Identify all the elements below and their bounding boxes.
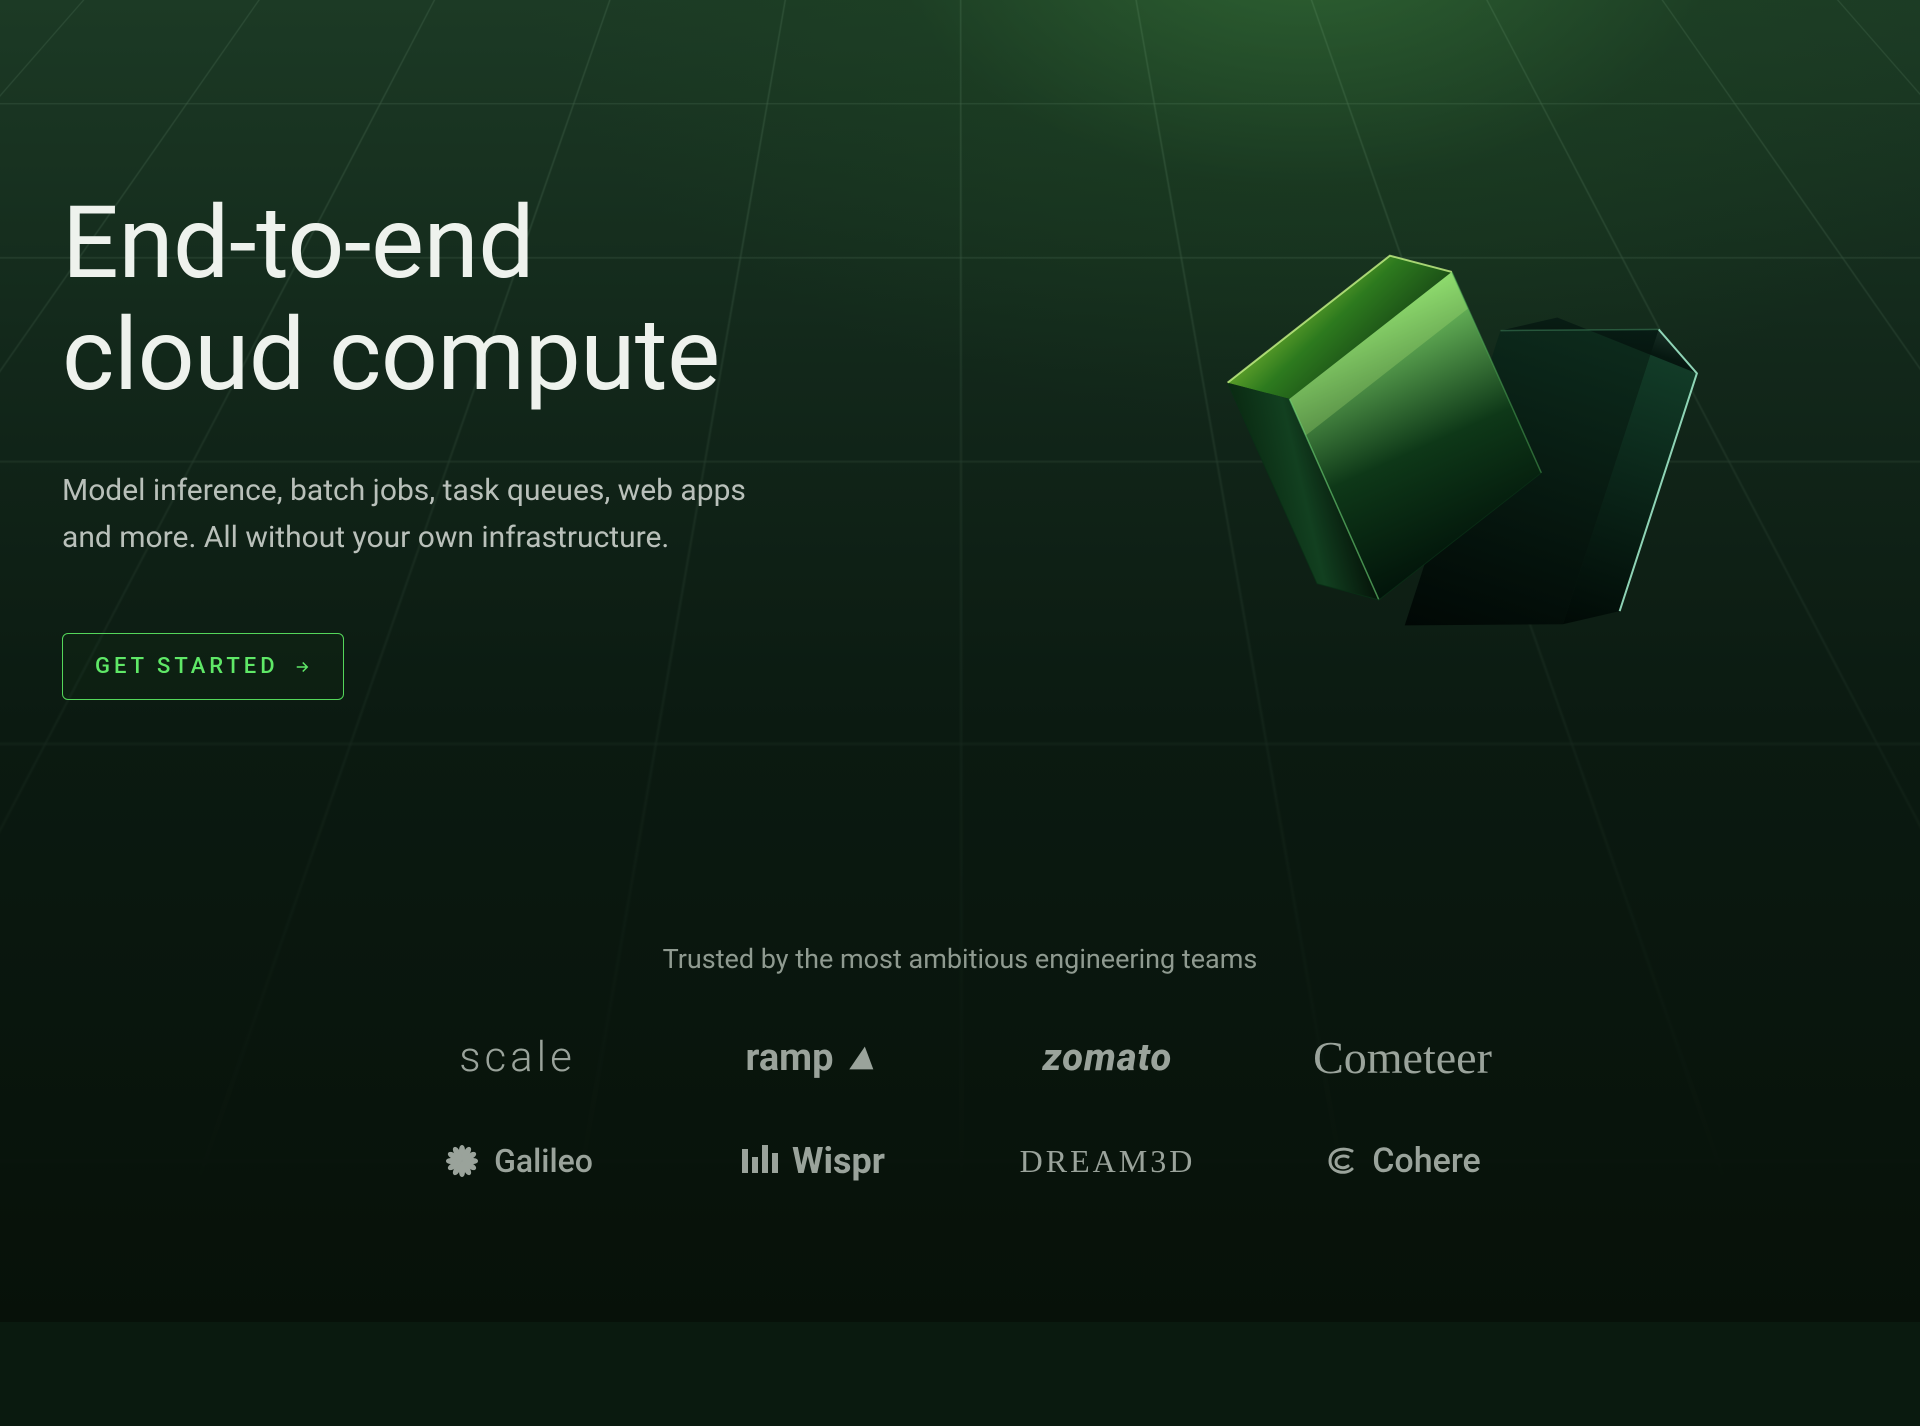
logo-wispr-label: Wispr (792, 1140, 885, 1182)
arrow-right-icon (293, 658, 311, 676)
logo-zomato-label: zomato (1043, 1036, 1173, 1080)
logo-scale: scale (459, 1033, 576, 1082)
galileo-swirl-icon (442, 1141, 482, 1181)
logo-cometeer-label: Cometeer (1313, 1031, 1492, 1084)
logo-galileo-label: Galileo (494, 1142, 593, 1180)
get-started-button[interactable]: GET STARTED (62, 633, 344, 700)
logo-zomato: zomato (1043, 1036, 1173, 1080)
hero-section: End-to-end cloud compute Model inference… (62, 188, 746, 700)
logo-dream3d-label: DREAM3D (1020, 1143, 1196, 1180)
logo-wispr: Wispr (740, 1140, 885, 1182)
trusted-by-section: Trusted by the most ambitious engineerin… (0, 943, 1920, 1182)
logo-dream3d: DREAM3D (1020, 1143, 1196, 1180)
logo-grid: scale ramp zomato Cometeer (330, 1031, 1590, 1182)
hero-subhead: Model inference, batch jobs, task queues… (62, 468, 746, 561)
ramp-slash-icon (845, 1041, 879, 1075)
logo-cohere-label: Cohere (1372, 1141, 1481, 1181)
trusted-heading: Trusted by the most ambitious engineerin… (0, 943, 1920, 975)
logo-galileo: Galileo (442, 1141, 593, 1181)
logo-ramp-label: ramp (746, 1036, 834, 1080)
logo-cohere: Cohere (1324, 1141, 1481, 1181)
cta-label: GET STARTED (95, 654, 279, 679)
wispr-bars-icon (740, 1143, 780, 1179)
logo-ramp: ramp (746, 1036, 880, 1080)
cohere-swirl-icon (1324, 1143, 1360, 1179)
logo-cometeer: Cometeer (1313, 1031, 1492, 1084)
logo-scale-label: scale (459, 1033, 576, 1082)
hero-headline: End-to-end cloud compute (62, 188, 746, 412)
